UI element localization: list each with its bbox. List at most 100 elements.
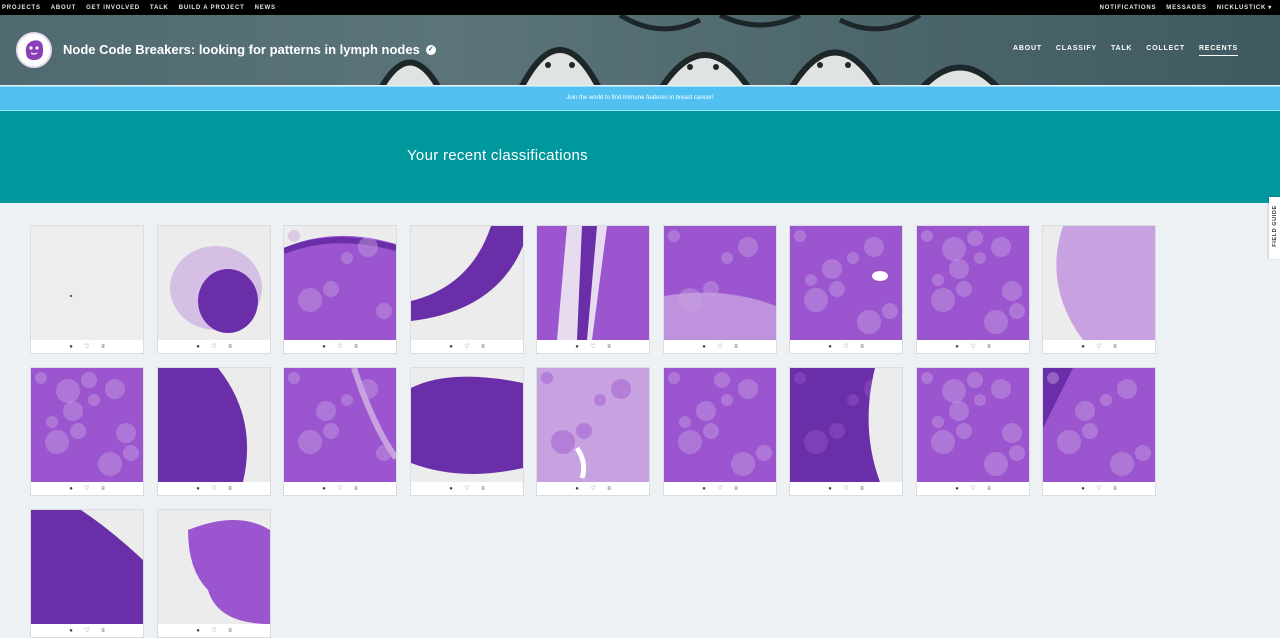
info-icon[interactable]: ●	[953, 344, 961, 350]
info-icon[interactable]: ●	[67, 486, 75, 492]
classification-card[interactable]: ● ♡ ≡	[157, 225, 271, 354]
subject-thumbnail[interactable]	[284, 226, 396, 340]
collect-icon[interactable]: ≡	[226, 344, 234, 350]
info-icon[interactable]: ●	[826, 344, 834, 350]
collect-icon[interactable]: ≡	[226, 628, 234, 634]
subject-thumbnail[interactable]	[1043, 226, 1155, 340]
user-menu[interactable]: NICKLUSTICK ▾	[1217, 4, 1272, 11]
heart-icon[interactable]: ♡	[463, 343, 471, 350]
heart-icon[interactable]: ♡	[969, 343, 977, 350]
collect-icon[interactable]: ≡	[352, 344, 360, 350]
info-icon[interactable]: ●	[953, 486, 961, 492]
project-nav-collect[interactable]: COLLECT	[1146, 45, 1185, 56]
heart-icon[interactable]: ♡	[336, 485, 344, 492]
project-nav-talk[interactable]: TALK	[1111, 45, 1132, 56]
heart-icon[interactable]: ♡	[716, 343, 724, 350]
classification-card[interactable]: ● ♡ ≡	[663, 225, 777, 354]
heart-icon[interactable]: ♡	[842, 343, 850, 350]
classification-card[interactable]: ● ♡ ≡	[1042, 225, 1156, 354]
project-avatar[interactable]	[16, 32, 52, 68]
subject-thumbnail[interactable]	[158, 368, 270, 482]
info-icon[interactable]: ●	[1079, 486, 1087, 492]
nav-projects[interactable]: PROJECTS	[2, 5, 41, 11]
heart-icon[interactable]: ♡	[210, 485, 218, 492]
heart-icon[interactable]: ♡	[463, 485, 471, 492]
nav-get-involved[interactable]: GET INVOLVED	[86, 5, 140, 11]
classification-card[interactable]: ● ♡ ≡	[283, 367, 397, 496]
heart-icon[interactable]: ♡	[589, 485, 597, 492]
info-icon[interactable]: ●	[67, 628, 75, 634]
subject-thumbnail[interactable]	[790, 226, 902, 340]
classification-card[interactable]: ● ♡ ≡	[789, 367, 903, 496]
subject-thumbnail[interactable]	[158, 510, 270, 624]
subject-thumbnail[interactable]	[31, 226, 143, 340]
nav-build-a-project[interactable]: BUILD A PROJECT	[179, 5, 245, 11]
classification-card[interactable]: ● ♡ ≡	[30, 509, 144, 638]
subject-thumbnail[interactable]	[411, 368, 523, 482]
field-guide-tab[interactable]: FIELD GUIDE	[1269, 197, 1280, 259]
nav-talk[interactable]: TALK	[150, 5, 169, 11]
subject-thumbnail[interactable]	[917, 368, 1029, 482]
info-icon[interactable]: ●	[447, 486, 455, 492]
info-icon[interactable]: ●	[700, 344, 708, 350]
collect-icon[interactable]: ≡	[858, 486, 866, 492]
info-icon[interactable]: ●	[826, 486, 834, 492]
collect-icon[interactable]: ≡	[732, 344, 740, 350]
classification-card[interactable]: ● ♡ ≡	[30, 367, 144, 496]
classification-card[interactable]: ● ♡ ≡	[663, 367, 777, 496]
classification-card[interactable]: ● ♡ ≡	[283, 225, 397, 354]
announcement-banner[interactable]: Join the world to find immune features i…	[0, 86, 1280, 111]
collect-icon[interactable]: ≡	[352, 486, 360, 492]
info-icon[interactable]: ●	[1079, 344, 1087, 350]
collect-icon[interactable]: ≡	[1111, 344, 1119, 350]
classification-card[interactable]: ● ♡ ≡	[1042, 367, 1156, 496]
classification-card[interactable]: ● ♡ ≡	[916, 225, 1030, 354]
classification-card[interactable]: ● ♡ ≡	[789, 225, 903, 354]
subject-thumbnail[interactable]	[917, 226, 1029, 340]
collect-icon[interactable]: ≡	[99, 344, 107, 350]
info-icon[interactable]: ●	[194, 486, 202, 492]
classification-card[interactable]: ● ♡ ≡	[916, 367, 1030, 496]
heart-icon[interactable]: ♡	[1095, 343, 1103, 350]
nav-about[interactable]: ABOUT	[51, 5, 76, 11]
collect-icon[interactable]: ≡	[99, 628, 107, 634]
info-icon[interactable]: ●	[573, 486, 581, 492]
subject-thumbnail[interactable]	[537, 226, 649, 340]
subject-thumbnail[interactable]	[664, 368, 776, 482]
project-title[interactable]: Node Code Breakers: looking for patterns…	[63, 42, 436, 57]
project-nav-about[interactable]: ABOUT	[1013, 45, 1042, 56]
heart-icon[interactable]: ♡	[336, 343, 344, 350]
info-icon[interactable]: ●	[194, 628, 202, 634]
subject-thumbnail[interactable]	[158, 226, 270, 340]
heart-icon[interactable]: ♡	[210, 343, 218, 350]
heart-icon[interactable]: ♡	[210, 627, 218, 634]
heart-icon[interactable]: ♡	[716, 485, 724, 492]
info-icon[interactable]: ●	[320, 486, 328, 492]
info-icon[interactable]: ●	[700, 486, 708, 492]
classification-card[interactable]: ● ♡ ≡	[157, 509, 271, 638]
info-icon[interactable]: ●	[573, 344, 581, 350]
nav-news[interactable]: NEWS	[255, 5, 276, 11]
classification-card[interactable]: ● ♡ ≡	[30, 225, 144, 354]
collect-icon[interactable]: ≡	[479, 486, 487, 492]
collect-icon[interactable]: ≡	[605, 486, 613, 492]
collect-icon[interactable]: ≡	[1111, 486, 1119, 492]
classification-card[interactable]: ● ♡ ≡	[157, 367, 271, 496]
info-icon[interactable]: ●	[320, 344, 328, 350]
info-icon[interactable]: ●	[67, 344, 75, 350]
classification-card[interactable]: ● ♡ ≡	[410, 367, 524, 496]
info-icon[interactable]: ●	[447, 344, 455, 350]
classification-card[interactable]: ● ♡ ≡	[410, 225, 524, 354]
subject-thumbnail[interactable]	[284, 368, 396, 482]
heart-icon[interactable]: ♡	[589, 343, 597, 350]
messages-link[interactable]: MESSAGES	[1166, 5, 1206, 11]
subject-thumbnail[interactable]	[31, 510, 143, 624]
classification-card[interactable]: ● ♡ ≡	[536, 225, 650, 354]
subject-thumbnail[interactable]	[411, 226, 523, 340]
collect-icon[interactable]: ≡	[99, 486, 107, 492]
subject-thumbnail[interactable]	[31, 368, 143, 482]
subject-thumbnail[interactable]	[664, 226, 776, 340]
subject-thumbnail[interactable]	[1043, 368, 1155, 482]
subject-thumbnail[interactable]	[537, 368, 649, 482]
collect-icon[interactable]: ≡	[985, 344, 993, 350]
